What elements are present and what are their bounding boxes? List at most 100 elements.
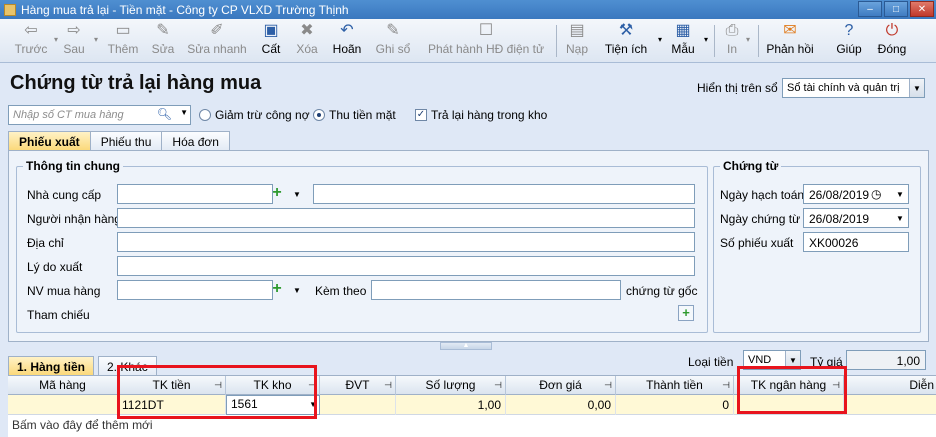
address-label: Địa chỉ bbox=[27, 236, 64, 250]
receiver-field[interactable] bbox=[117, 208, 695, 228]
pin-icon[interactable]: ⊣ bbox=[722, 376, 730, 394]
utilities-button[interactable]: ⚒ Tiện ích ▾ bbox=[604, 21, 662, 61]
chevron-down-icon: ▾ bbox=[93, 35, 98, 44]
voucher-panel: Thông tin chung Nhà cung cấp + ▼ Người n… bbox=[8, 150, 929, 342]
app-icon bbox=[4, 3, 16, 16]
cell-quantity[interactable]: 1,00 bbox=[396, 395, 506, 415]
buyer-field[interactable] bbox=[117, 280, 273, 300]
pin-icon[interactable]: ⊣ bbox=[604, 376, 612, 394]
supplier-code-field[interactable] bbox=[117, 184, 273, 204]
add-button[interactable]: ▭ Thêm bbox=[106, 21, 140, 61]
add-reference-icon[interactable]: + bbox=[678, 305, 694, 321]
close-button[interactable]: ⏻ Đóng bbox=[876, 21, 908, 61]
col-description[interactable]: Diễn bbox=[844, 376, 936, 395]
attached-docs-field[interactable] bbox=[371, 280, 621, 300]
back-button[interactable]: ⇦ Trước ▾ bbox=[8, 21, 58, 61]
feedback-button[interactable]: ✉ Phản hồi bbox=[766, 21, 814, 61]
address-field[interactable] bbox=[117, 232, 695, 252]
col-quantity[interactable]: Số lượng ⊣ bbox=[396, 376, 506, 395]
display-on-ledger-label: Hiển thị trên sổ bbox=[697, 81, 778, 95]
save-icon: ▣ bbox=[263, 22, 279, 39]
arrow-left-icon: ⇦ bbox=[24, 22, 38, 39]
search-placeholder: Nhập số CT mua hàng bbox=[13, 109, 124, 121]
pin-icon[interactable]: ⊣ bbox=[494, 376, 502, 394]
chevron-down-icon[interactable]: ▼ bbox=[293, 190, 301, 199]
power-icon: ⏻ bbox=[885, 22, 899, 39]
ledger-select-value: Sổ tài chính và quản trị bbox=[787, 82, 900, 94]
voucher-number-field[interactable]: XK00026 bbox=[803, 232, 909, 252]
chevron-down-icon: ▼ bbox=[909, 79, 924, 97]
cell-item-code[interactable] bbox=[8, 395, 118, 415]
quick-edit-icon: ✐ bbox=[210, 22, 224, 39]
collapse-panel-handle[interactable]: ▲ bbox=[440, 342, 492, 350]
template-button[interactable]: ▦ Mẫu ▾ bbox=[670, 21, 708, 61]
radio-collect-cash[interactable]: Thu tiền mặt bbox=[313, 108, 396, 122]
edit-button[interactable]: ✎ Sửa bbox=[150, 21, 176, 61]
minimize-button[interactable]: – bbox=[858, 1, 882, 17]
tools-icon: ⚒ bbox=[618, 22, 634, 39]
cell-amount[interactable]: 0 bbox=[616, 395, 734, 415]
undo-button[interactable]: ↶ Hoãn bbox=[330, 21, 364, 61]
general-info-title: Thông tin chung bbox=[23, 159, 123, 173]
cell-description[interactable] bbox=[844, 395, 936, 415]
issue-invoice-button[interactable]: ☐ Phát hành HĐ điện tử bbox=[426, 21, 546, 61]
highlight-account-columns bbox=[117, 365, 317, 419]
help-button[interactable]: ? Giúp bbox=[836, 21, 862, 61]
save-button[interactable]: ▣ Cất bbox=[260, 21, 282, 61]
col-amount[interactable]: Thành tiền ⊣ bbox=[616, 376, 734, 395]
buyer-label: NV mua hàng bbox=[27, 284, 101, 298]
cell-unit-price[interactable]: 0,00 bbox=[506, 395, 616, 415]
checkmark-icon: ✓ bbox=[415, 109, 427, 121]
chevron-down-icon: ▾ bbox=[703, 35, 708, 44]
undo-icon: ↶ bbox=[340, 22, 354, 39]
voucher-tabs: Phiếu xuất Phiếu thu Hóa đơn bbox=[8, 131, 230, 150]
col-unit-price[interactable]: Đơn giá ⊣ bbox=[506, 376, 616, 395]
reason-field[interactable] bbox=[117, 256, 695, 276]
radio-selected-icon bbox=[313, 109, 325, 121]
col-unit[interactable]: ĐVT ⊣ bbox=[320, 376, 396, 395]
pin-icon[interactable]: ⊣ bbox=[384, 376, 392, 394]
quick-edit-button[interactable]: ✐ Sửa nhanh bbox=[187, 21, 246, 61]
posting-date-field[interactable]: 26/08/2019 bbox=[803, 184, 909, 204]
next-button[interactable]: ⇨ Sau ▾ bbox=[58, 21, 98, 61]
currency-label: Loại tiền bbox=[688, 355, 734, 369]
window-title-bar: Hàng mua trả lại - Tiền mặt - Công ty CP… bbox=[0, 0, 936, 19]
reason-label: Lý do xuất bbox=[27, 260, 83, 274]
supplier-name-field[interactable] bbox=[313, 184, 695, 204]
posting-date-label: Ngày hạch toán bbox=[720, 188, 805, 202]
chevron-down-icon[interactable]: ▼ bbox=[180, 108, 188, 117]
add-supplier-icon[interactable]: + bbox=[269, 185, 285, 202]
radio-reduce-debt[interactable]: Giảm trừ công nợ bbox=[199, 108, 310, 122]
load-icon: ▤ bbox=[569, 22, 585, 39]
add-buyer-icon[interactable]: + bbox=[269, 281, 285, 298]
return-to-warehouse-checkbox[interactable]: ✓ Trả lại hàng trong kho bbox=[415, 108, 547, 122]
tab-goods-money[interactable]: 1. Hàng tiền bbox=[8, 356, 95, 375]
voucher-title: Chứng từ bbox=[720, 159, 782, 173]
purchase-voucher-search[interactable]: Nhập số CT mua hàng 🔍︎ ▼ bbox=[8, 105, 191, 125]
search-icon[interactable]: 🔍︎ bbox=[157, 107, 172, 121]
voucher-date-field[interactable]: 26/08/2019 bbox=[803, 208, 909, 228]
invoice-icon: ☐ bbox=[478, 22, 494, 39]
maximize-button[interactable]: □ bbox=[884, 1, 908, 17]
attached-label: Kèm theo bbox=[315, 284, 367, 298]
col-item-code[interactable]: Mã hàng bbox=[8, 376, 118, 395]
chevron-down-icon[interactable]: ▼ bbox=[293, 286, 301, 295]
load-button[interactable]: ▤ Nạp bbox=[564, 21, 590, 61]
receiver-label: Người nhận hàng bbox=[27, 212, 121, 226]
exchange-rate-field[interactable]: 1,00 bbox=[846, 350, 926, 370]
tab-invoice[interactable]: Hóa đơn bbox=[161, 131, 230, 150]
ledger-select[interactable]: Sổ tài chính và quản trị ▼ bbox=[782, 78, 925, 98]
chevron-down-icon[interactable]: ▼ bbox=[896, 190, 904, 199]
tab-issue-slip[interactable]: Phiếu xuất bbox=[8, 131, 91, 150]
delete-button[interactable]: ✖ Xóa bbox=[294, 21, 320, 61]
post-button[interactable]: ✎ Ghi sổ bbox=[374, 21, 412, 61]
close-window-button[interactable]: ✕ bbox=[910, 1, 934, 17]
chevron-down-icon[interactable]: ▼ bbox=[896, 214, 904, 223]
print-button[interactable]: ⎙ In ▾ bbox=[724, 21, 750, 61]
chevron-down-icon: ▾ bbox=[657, 35, 662, 44]
tab-receipt[interactable]: Phiếu thu bbox=[89, 131, 163, 150]
cell-unit[interactable] bbox=[320, 395, 396, 415]
toolbar: ⇦ Trước ▾ ⇨ Sau ▾ ▭ Thêm ✎ Sửa ✐ Sửa nha… bbox=[0, 19, 936, 63]
reference-label: Tham chiếu bbox=[27, 308, 90, 322]
clock-icon[interactable]: ◷ bbox=[871, 187, 881, 201]
